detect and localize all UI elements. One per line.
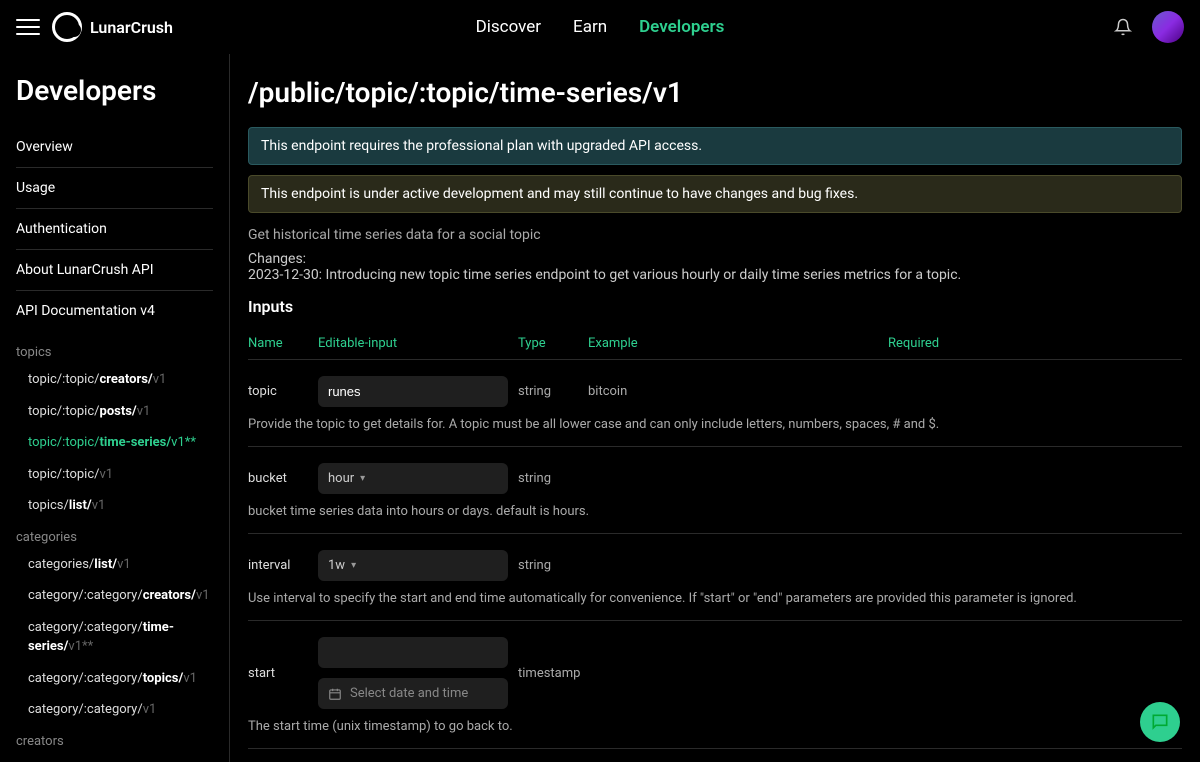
changes-label: Changes: [248,251,1182,267]
help-bucket: bucket time series data into hours or da… [248,500,1182,534]
sidebar-title: Developers [16,74,213,107]
help-start: The start time (unix timestamp) to go ba… [248,715,1182,749]
param-type-start: timestamp [518,666,588,681]
nav-developers[interactable]: Developers [639,17,724,37]
main-content: /public/topic/:topic/time-series/v1 This… [230,54,1200,762]
nav-earn[interactable]: Earn [573,17,607,37]
sidebar-authentication[interactable]: Authentication [16,209,213,250]
row-end: end Select date and time timestamp [248,749,1182,762]
logo-mark-icon [52,12,82,42]
brand-logo[interactable]: LunarCrush [52,12,173,42]
nav-discover[interactable]: Discover [476,17,541,37]
group-topics-label: topics [16,345,213,360]
changes-entry: 2023-12-30: Introducing new topic time s… [248,267,1182,283]
link-category-creators[interactable]: category/:category/creators/v1 [16,580,213,612]
chevron-down-icon: ▾ [351,560,356,571]
th-input: Editable-input [318,336,518,351]
link-category-base[interactable]: category/:category/v1 [16,694,213,726]
row-topic: topic string bitcoin [248,360,1182,413]
param-name-bucket: bucket [248,471,318,486]
start-input[interactable] [318,637,508,668]
param-type-topic: string [518,384,588,399]
th-name: Name [248,336,318,351]
inputs-heading: Inputs [248,297,1182,316]
help-topic: Provide the topic to get details for. A … [248,413,1182,447]
link-categories-list[interactable]: categories/list/v1 [16,549,213,581]
link-topic-timeseries[interactable]: topic/:topic/time-series/v1** [16,427,213,459]
inputs-header-row: Name Editable-input Type Example Require… [248,328,1182,360]
sidebar-overview[interactable]: Overview [16,127,213,168]
link-topic-creators[interactable]: topic/:topic/creators/v1 [16,364,213,396]
param-name-interval: interval [248,558,318,573]
user-avatar[interactable] [1152,11,1184,43]
th-required: Required [888,336,1182,351]
topic-input[interactable] [318,376,508,407]
calendar-icon [328,687,342,701]
chat-icon [1150,712,1170,732]
endpoint-description: Get historical time series data for a so… [248,227,1182,243]
help-interval: Use interval to specify the start and en… [248,587,1182,621]
link-topic-base[interactable]: topic/:topic/v1 [16,459,213,491]
link-topics-list[interactable]: topics/list/v1 [16,490,213,522]
group-creators-label: creators [16,734,213,749]
menu-icon[interactable] [16,15,40,39]
link-topic-posts[interactable]: topic/:topic/posts/v1 [16,396,213,428]
row-interval: interval 1w ▾ string [248,534,1182,587]
help-fab[interactable] [1140,702,1180,742]
row-bucket: bucket hour ▾ string [248,447,1182,500]
sidebar-about[interactable]: About LunarCrush API [16,250,213,291]
link-category-timeseries[interactable]: category/:category/time-series/v1** [16,612,213,663]
link-creator-posts[interactable]: creator/:network/:id/posts/v1 [16,753,213,762]
sidebar: Developers Overview Usage Authentication… [0,54,230,762]
th-example: Example [588,336,888,351]
notifications-icon[interactable] [1114,18,1132,36]
param-name-topic: topic [248,384,318,399]
param-type-interval: string [518,558,588,573]
param-type-bucket: string [518,471,588,486]
page-title: /public/topic/:topic/time-series/v1 [248,76,1182,109]
chevron-down-icon: ▾ [360,473,365,484]
bucket-select[interactable]: hour ▾ [318,463,508,494]
brand-name: LunarCrush [90,18,173,37]
th-type: Type [518,336,588,351]
sidebar-usage[interactable]: Usage [16,168,213,209]
start-date-picker[interactable]: Select date and time [318,678,508,709]
link-category-topics[interactable]: category/:category/topics/v1 [16,663,213,695]
sidebar-docs[interactable]: API Documentation v4 [16,291,213,331]
plan-banner: This endpoint requires the professional … [248,127,1182,165]
interval-select[interactable]: 1w ▾ [318,550,508,581]
group-categories-label: categories [16,530,213,545]
dev-banner: This endpoint is under active developmen… [248,175,1182,213]
param-example-topic: bitcoin [588,384,888,399]
param-name-start: start [248,666,318,681]
row-start: start Select date and time timestamp [248,621,1182,715]
